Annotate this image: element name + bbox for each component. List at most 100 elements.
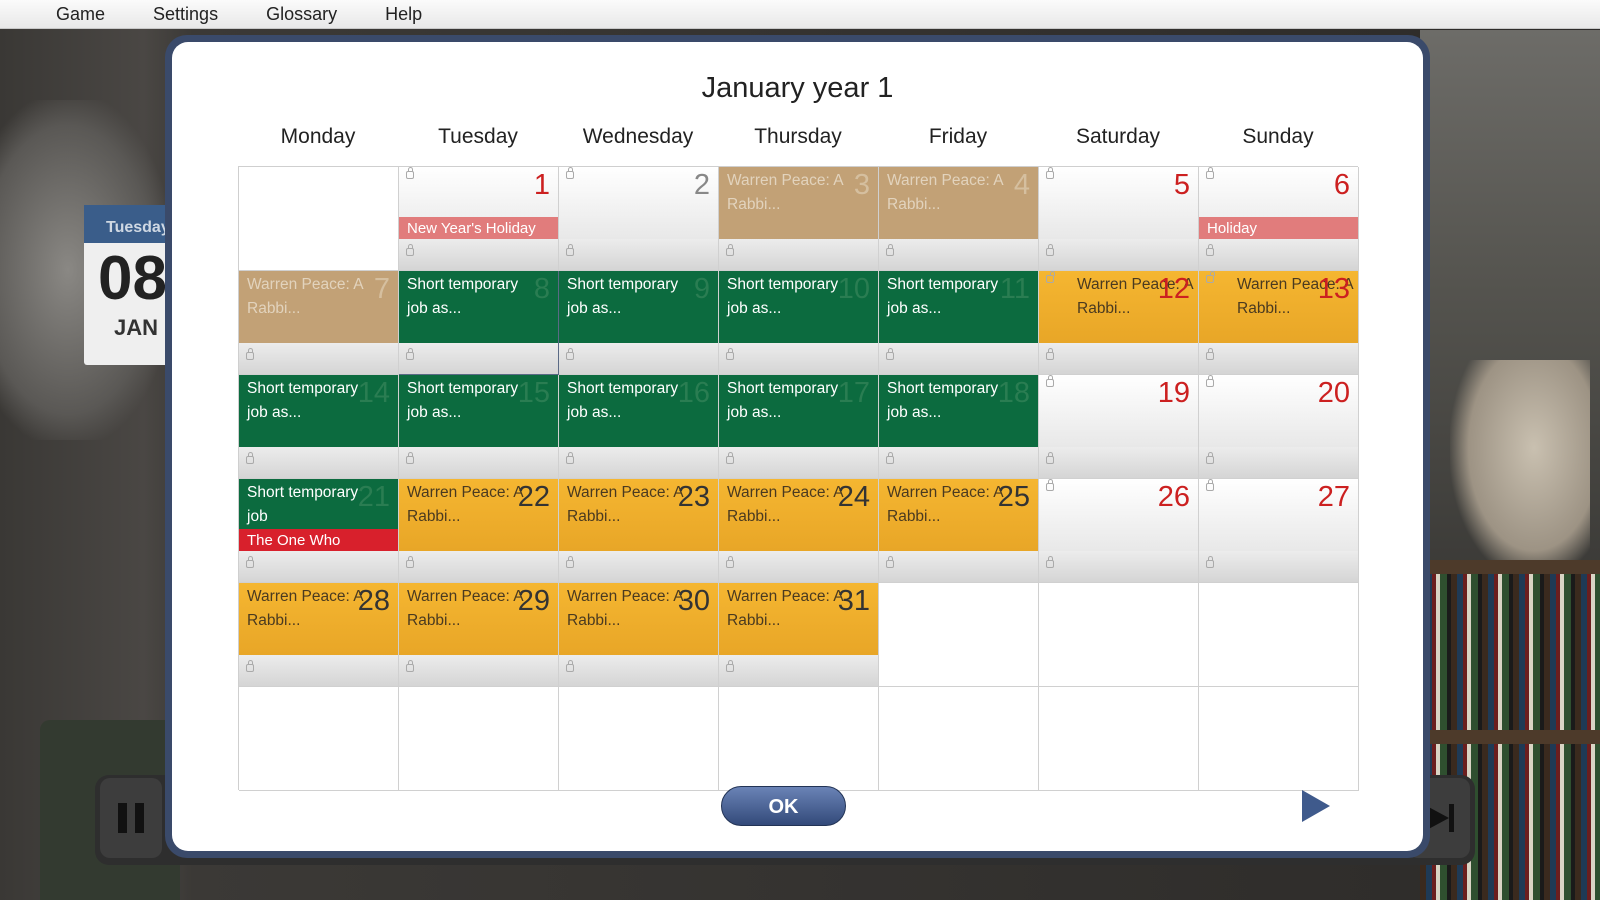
lock-icon[interactable]	[1206, 479, 1214, 491]
day-slot[interactable]: Short temporary job as... 14	[239, 375, 398, 447]
calendar-day-cell[interactable]: 26	[1039, 479, 1199, 583]
day-slot[interactable]: Short temporary job as... 10	[719, 271, 878, 343]
lock-icon[interactable]	[886, 348, 894, 360]
lock-icon[interactable]	[406, 167, 414, 179]
calendar-day-cell[interactable]: 20	[1199, 375, 1359, 479]
evening-slot[interactable]	[239, 343, 398, 374]
day-slot[interactable]: 27	[1199, 479, 1358, 551]
calendar-day-cell[interactable]: Warren Peace: A Rabbi... 3	[719, 167, 879, 271]
lock-icon[interactable]	[1206, 375, 1214, 387]
evening-slot[interactable]	[399, 655, 558, 686]
calendar-day-cell[interactable]: Warren Peace: A Rabbi... 28	[239, 583, 399, 687]
calendar-day-cell[interactable]: Warren Peace: A Rabbi... 12	[1039, 271, 1199, 375]
lock-icon[interactable]	[726, 556, 734, 568]
calendar-day-cell[interactable]: 27	[1199, 479, 1359, 583]
lock-icon[interactable]	[1046, 348, 1054, 360]
day-slot[interactable]: Warren Peace: A Rabbi... 31	[719, 583, 878, 655]
evening-slot[interactable]	[399, 343, 558, 374]
calendar-day-cell[interactable]: Warren Peace: A Rabbi... 31	[719, 583, 879, 687]
lock-icon[interactable]	[886, 244, 894, 256]
day-slot[interactable]: 6 Holiday	[1199, 167, 1358, 239]
pause-button[interactable]	[100, 778, 162, 858]
day-slot[interactable]: 5	[1039, 167, 1198, 239]
lock-icon[interactable]	[566, 167, 574, 179]
lock-icon[interactable]	[886, 452, 894, 464]
evening-slot[interactable]	[239, 447, 398, 478]
calendar-day-cell[interactable]: Warren Peace: A Rabbi... 4	[879, 167, 1039, 271]
lock-icon[interactable]	[246, 660, 254, 672]
lock-icon[interactable]	[1206, 452, 1214, 464]
calendar-day-cell[interactable]: Warren Peace: A Rabbi... 7	[239, 271, 399, 375]
evening-slot[interactable]	[1199, 343, 1358, 374]
calendar-day-cell[interactable]: 6 Holiday	[1199, 167, 1359, 271]
calendar-day-cell[interactable]: Short temporary job as... 9	[559, 271, 719, 375]
lock-icon[interactable]	[566, 244, 574, 256]
evening-slot[interactable]	[719, 551, 878, 582]
day-slot[interactable]: 20	[1199, 375, 1358, 447]
lock-icon[interactable]	[726, 244, 734, 256]
lock-icon[interactable]	[726, 348, 734, 360]
day-slot[interactable]: Warren Peace: A Rabbi... 23	[559, 479, 718, 551]
calendar-day-cell[interactable]: Warren Peace: A Rabbi... 22	[399, 479, 559, 583]
event-label[interactable]: The One Who	[239, 529, 398, 551]
calendar-day-cell[interactable]: 1 New Year's Holiday	[399, 167, 559, 271]
holiday-label[interactable]: New Year's Holiday	[399, 217, 558, 239]
day-slot[interactable]: Short temporary job 21 The One Who	[239, 479, 398, 551]
lock-icon[interactable]	[246, 452, 254, 464]
lock-icon[interactable]	[566, 452, 574, 464]
day-slot[interactable]: Short temporary job as... 15	[399, 375, 558, 447]
day-slot[interactable]: Warren Peace: A Rabbi... 3	[719, 167, 878, 239]
calendar-day-cell[interactable]: Short temporary job as... 15	[399, 375, 559, 479]
menu-help[interactable]: Help	[361, 0, 446, 28]
day-slot[interactable]: Warren Peace: A Rabbi... 29	[399, 583, 558, 655]
calendar-day-cell[interactable]: 2	[559, 167, 719, 271]
lock-icon[interactable]	[406, 244, 414, 256]
day-slot[interactable]: Short temporary job as... 16	[559, 375, 718, 447]
lock-icon[interactable]	[1046, 167, 1054, 179]
calendar-day-cell[interactable]: 19	[1039, 375, 1199, 479]
day-slot[interactable]: Warren Peace: A Rabbi... 4	[879, 167, 1038, 239]
day-slot[interactable]: Short temporary job as... 17	[719, 375, 878, 447]
lock-icon[interactable]	[246, 348, 254, 360]
lock-icon[interactable]	[1206, 556, 1214, 568]
calendar-day-cell[interactable]: Warren Peace: A Rabbi... 25	[879, 479, 1039, 583]
calendar-day-cell[interactable]: Warren Peace: A Rabbi... 13	[1199, 271, 1359, 375]
evening-slot[interactable]	[239, 655, 398, 686]
lock-icon[interactable]	[246, 556, 254, 568]
evening-slot[interactable]	[1199, 447, 1358, 478]
calendar-day-cell[interactable]: Short temporary job as... 8	[399, 271, 559, 375]
lock-icon[interactable]	[1206, 167, 1214, 179]
evening-slot[interactable]	[879, 447, 1038, 478]
calendar-day-cell[interactable]: 5	[1039, 167, 1199, 271]
evening-slot[interactable]	[559, 447, 718, 478]
evening-slot[interactable]	[559, 343, 718, 374]
menu-game[interactable]: Game	[32, 0, 129, 28]
evening-slot[interactable]	[1199, 239, 1358, 270]
day-slot[interactable]: Warren Peace: A Rabbi... 13	[1199, 271, 1358, 343]
calendar-day-cell[interactable]: Short temporary job as... 11	[879, 271, 1039, 375]
evening-slot[interactable]	[719, 239, 878, 270]
day-slot[interactable]: Short temporary job as... 9	[559, 271, 718, 343]
lock-icon[interactable]	[1046, 556, 1054, 568]
evening-slot[interactable]	[1039, 551, 1198, 582]
day-slot[interactable]: Warren Peace: A Rabbi... 24	[719, 479, 878, 551]
day-slot[interactable]: Warren Peace: A Rabbi... 22	[399, 479, 558, 551]
menu-settings[interactable]: Settings	[129, 0, 242, 28]
ok-button[interactable]: OK	[721, 786, 846, 826]
evening-slot[interactable]	[1039, 239, 1198, 270]
unlock-icon[interactable]	[1206, 271, 1215, 283]
holiday-label[interactable]: Holiday	[1199, 217, 1358, 239]
day-slot[interactable]: 1 New Year's Holiday	[399, 167, 558, 239]
calendar-day-cell[interactable]: Short temporary job as... 16	[559, 375, 719, 479]
calendar-day-cell[interactable]: Short temporary job as... 18	[879, 375, 1039, 479]
evening-slot[interactable]	[559, 655, 718, 686]
calendar-day-cell[interactable]: Short temporary job as... 10	[719, 271, 879, 375]
lock-icon[interactable]	[1046, 244, 1054, 256]
lock-icon[interactable]	[406, 452, 414, 464]
evening-slot[interactable]	[719, 447, 878, 478]
evening-slot[interactable]	[559, 551, 718, 582]
evening-slot[interactable]	[879, 551, 1038, 582]
evening-slot[interactable]	[1039, 447, 1198, 478]
calendar-day-cell[interactable]: Warren Peace: A Rabbi... 23	[559, 479, 719, 583]
evening-slot[interactable]	[879, 239, 1038, 270]
